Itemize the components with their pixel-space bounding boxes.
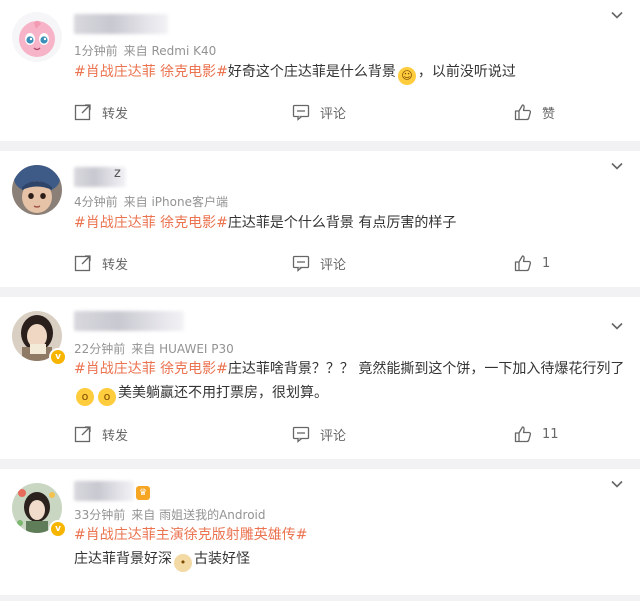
comment-card: 1分钟前 来自 Redmi K40 #肖战庄达菲 徐克电影#好奇这个庄达菲是什么背… — [0, 0, 640, 141]
comment-label: 评论 — [320, 106, 347, 122]
username-blurred[interactable] — [74, 311, 184, 331]
share-button[interactable]: 转发 — [74, 252, 128, 274]
username-blurred[interactable] — [74, 14, 168, 34]
chevron-down-icon[interactable] — [610, 319, 624, 333]
share-button[interactable]: 转发 — [74, 101, 128, 123]
comment-card: z 4分钟前 来自 iPhone客户端 #肖战庄达菲 徐克电影#庄达菲是个什么背景… — [0, 151, 640, 287]
thumbs-up-icon — [514, 426, 532, 443]
post-time: 4分钟前 — [74, 195, 118, 209]
comment-card: v 22分钟前 来自 HUAWEI P30 #肖战庄达菲 徐克电影#庄达菲啥背景？… — [0, 297, 640, 459]
comment-meta: 33分钟前 来自 雨姐送我的Android — [74, 506, 266, 523]
post-time: 22分钟前 — [74, 342, 126, 356]
post-source: 来自 雨姐送我的Android — [131, 508, 266, 522]
comment-button[interactable]: 评论 — [292, 101, 346, 123]
astonished-emoji: o — [76, 388, 94, 406]
action-bar: 转发 评论 11 — [74, 423, 640, 445]
topic-link[interactable]: #肖战庄达菲 徐克电影# — [74, 215, 228, 231]
grinning-sweat-emoji: ☺ — [397, 67, 416, 85]
avatar[interactable] — [12, 165, 62, 215]
share-label: 转发 — [102, 257, 129, 273]
like-button[interactable]: 11 — [514, 423, 559, 445]
comment-button[interactable]: 评论 — [292, 252, 346, 274]
comment-body: 庄达菲啥背景？？？ 竟然能撕到这个饼，一下加入待爆花行列了 — [227, 361, 625, 377]
share-icon — [74, 255, 91, 272]
topic-link[interactable]: #肖战庄达菲 徐克电影# — [74, 361, 228, 377]
post-source: 来自 Redmi K40 — [123, 44, 217, 58]
username-blurred[interactable] — [74, 481, 134, 501]
thumbs-up-icon — [514, 104, 532, 121]
member-crown-icon: ♛ — [136, 486, 150, 500]
comment-card: v ♛ 33分钟前 来自 雨姐送我的Android #肖战庄达菲主演徐克版射雕英雄… — [0, 469, 640, 595]
comment-body-tail: 美美躺赢还不用打票房，很划算。 — [118, 385, 328, 401]
share-label: 转发 — [102, 428, 129, 444]
topic-link[interactable]: #肖战庄达菲主演徐克版射雕英雄传# — [74, 527, 307, 543]
comment-text: #肖战庄达菲 徐克电影#庄达菲是个什么背景 有点厉害的样子 — [74, 211, 626, 235]
like-label: 赞 — [542, 106, 556, 122]
astonished-emoji: o — [98, 388, 116, 406]
comment-button[interactable]: 评论 — [292, 423, 346, 445]
comment-label: 评论 — [320, 428, 347, 444]
share-label: 转发 — [102, 106, 129, 122]
verified-badge: v — [49, 520, 67, 538]
comment-label: 评论 — [320, 257, 347, 273]
comment-meta: 4分钟前 来自 iPhone客户端 — [74, 193, 228, 210]
topic-link[interactable]: #肖战庄达菲 徐克电影# — [74, 64, 228, 80]
comment-meta: 22分钟前 来自 HUAWEI P30 — [74, 340, 234, 357]
post-source: 来自 HUAWEI P30 — [131, 342, 234, 356]
comment-text: #肖战庄达菲 徐克电影#庄达菲啥背景？？？ 竟然能撕到这个饼，一下加入待爆花行列… — [74, 357, 626, 406]
post-time: 33分钟前 — [74, 508, 126, 522]
chevron-down-icon[interactable] — [610, 477, 624, 491]
like-count: 11 — [542, 426, 559, 442]
post-source: 来自 iPhone客户端 — [123, 195, 228, 209]
comment-icon — [292, 104, 310, 121]
comment-text: #肖战庄达菲主演徐克版射雕英雄传# 庄达菲背景好深 • 古装好怪 — [74, 523, 626, 572]
thumbs-up-icon — [514, 255, 532, 272]
username-fragment: z — [114, 166, 121, 181]
share-button[interactable]: 转发 — [74, 423, 128, 445]
comment-body-tail: 古装好怪 — [194, 551, 250, 567]
chevron-down-icon[interactable] — [610, 159, 624, 173]
comment-icon — [292, 255, 310, 272]
like-button[interactable]: 赞 — [514, 101, 555, 123]
share-icon — [74, 426, 91, 443]
comment-body: 庄达菲背景好深 — [74, 551, 172, 567]
comment-icon — [292, 426, 310, 443]
avatar[interactable] — [12, 12, 62, 62]
comment-body: 庄达菲是个什么背景 有点厉害的样子 — [227, 215, 457, 231]
like-count: 1 — [542, 255, 551, 271]
post-time: 1分钟前 — [74, 44, 118, 58]
comment-body: 好奇这个庄达菲是什么背景 — [227, 64, 396, 80]
action-bar: 转发 评论 1 — [74, 252, 640, 274]
verified-badge: v — [49, 348, 67, 366]
action-bar: 转发 评论 赞 — [74, 101, 640, 123]
comment-body-tail: ，以前没听说过 — [417, 64, 516, 80]
comment-feed: 1分钟前 来自 Redmi K40 #肖战庄达菲 徐克电影#好奇这个庄达菲是什么背… — [0, 0, 640, 595]
share-icon — [74, 104, 91, 121]
comment-text: #肖战庄达菲 徐克电影#好奇这个庄达菲是什么背景 ☺ ，以前没听说过 — [74, 60, 626, 85]
like-button[interactable]: 1 — [514, 252, 550, 274]
chevron-down-icon[interactable] — [610, 8, 624, 22]
comment-meta: 1分钟前 来自 Redmi K40 — [74, 42, 216, 59]
doge-emoji: • — [174, 554, 192, 572]
